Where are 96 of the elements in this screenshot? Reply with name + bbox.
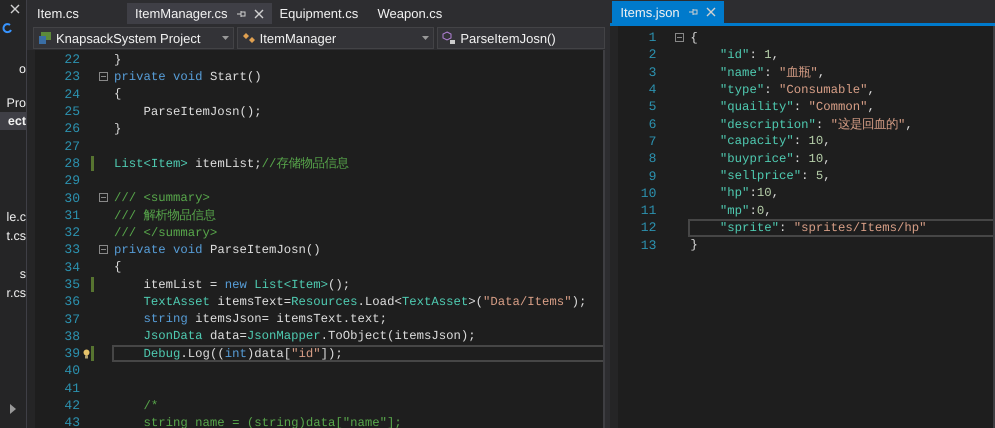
code-line: /// 解析物品信息 xyxy=(114,208,216,224)
line-number: 31 xyxy=(63,208,80,223)
pin-icon[interactable] xyxy=(236,8,246,18)
code-line: string itemsJson= itemsText.text; xyxy=(142,312,388,326)
code-line: } xyxy=(690,238,698,252)
dropdown-icon[interactable] xyxy=(222,36,229,40)
code-line: /// <summary> xyxy=(114,191,210,206)
line-number: 24 xyxy=(63,86,80,102)
lightbulb-icon[interactable] xyxy=(83,348,90,359)
line-number: 34 xyxy=(63,260,80,275)
line-number: 29 xyxy=(63,173,80,188)
sidebar-item[interactable]: ect xyxy=(0,112,26,130)
line-number: 37 xyxy=(63,312,80,327)
line-number: 11 xyxy=(640,203,656,218)
line-number: 36 xyxy=(63,294,80,310)
sidebar-item[interactable]: t.cs xyxy=(0,227,26,245)
code-line: TextAsset itemsText=Resources.Load<TextAsset>("Data/Items"); xyxy=(142,294,586,309)
code-line: private void ParseItemJosn() xyxy=(114,242,321,257)
code-line: JsonData data=JsonMapper.ToObject(itemsJson); xyxy=(142,329,476,344)
line-number: 32 xyxy=(63,225,80,240)
code-line: private void Start() xyxy=(114,70,262,84)
line-number: 1 xyxy=(648,30,656,46)
method-icon xyxy=(442,31,456,45)
line-number: 12 xyxy=(640,220,656,236)
pin-icon[interactable] xyxy=(688,7,698,17)
sidebar-item[interactable]: o xyxy=(0,60,26,78)
code-line: "description": "这是回血的", xyxy=(718,116,913,133)
line-number: 6 xyxy=(648,116,656,132)
close-icon[interactable] xyxy=(10,4,20,14)
line-number: 4 xyxy=(648,82,656,98)
line-number: 39 xyxy=(63,346,80,362)
line-number: 38 xyxy=(63,328,80,344)
sidebar-item[interactable]: Pro xyxy=(0,94,26,112)
line-number: 8 xyxy=(648,151,656,166)
navigation-dropdown[interactable]: ItemManager xyxy=(236,27,434,49)
sidebar-item[interactable]: le.c xyxy=(0,208,26,226)
code-line: Debug.Log((int)data["id"]); xyxy=(142,346,343,361)
code-line: "hp":10, xyxy=(718,186,779,200)
file-tab[interactable]: Weapon.cs xyxy=(370,3,468,24)
code-line: "capacity": 10, xyxy=(718,134,831,148)
code-line: "quaility": "Common", xyxy=(718,100,875,114)
sidebar-item[interactable]: s xyxy=(0,265,26,283)
line-number: 30 xyxy=(63,190,80,206)
project-icon xyxy=(38,31,52,45)
line-number: 42 xyxy=(63,398,80,414)
file-tab[interactable]: Items.json xyxy=(612,1,724,23)
collapse-icon[interactable] xyxy=(99,245,108,254)
line-number: 35 xyxy=(63,277,80,292)
scroll-arrow-icon[interactable] xyxy=(10,404,16,414)
collapse-icon[interactable] xyxy=(99,72,108,82)
class-icon xyxy=(242,32,256,44)
line-number: 41 xyxy=(63,380,80,396)
refresh-icon[interactable] xyxy=(2,22,12,34)
code-line: } xyxy=(114,122,122,136)
file-tab[interactable]: Equipment.cs xyxy=(272,3,370,24)
navigation-dropdown[interactable]: ParseItemJosn() xyxy=(437,27,606,49)
file-tab[interactable]: Item.cs xyxy=(29,3,127,24)
sidebar-item[interactable]: r.cs xyxy=(0,284,26,302)
code-line: { xyxy=(114,87,122,102)
line-number: 2 xyxy=(648,47,656,62)
line-number: 27 xyxy=(63,138,80,154)
line-number: 10 xyxy=(640,186,656,201)
line-number: 23 xyxy=(63,69,80,84)
collapse-icon[interactable] xyxy=(99,193,108,202)
file-tab[interactable]: ItemManager.cs xyxy=(127,3,272,24)
line-number: 28 xyxy=(63,156,80,171)
code-line: List<Item> itemList;//存储物品信息 xyxy=(114,156,348,172)
code-line: "type": "Consumable", xyxy=(718,82,875,97)
line-number: 43 xyxy=(63,415,80,428)
line-number: 7 xyxy=(648,134,656,149)
collapse-icon[interactable] xyxy=(675,33,684,42)
line-number: 9 xyxy=(648,168,656,184)
code-line: ParseItemJosn(); xyxy=(142,104,262,119)
navigation-dropdown[interactable]: KnapsackSystem Project xyxy=(33,27,234,49)
code-line: /* xyxy=(142,398,158,413)
code-line: "id": 1, xyxy=(718,48,779,62)
line-number: 3 xyxy=(648,64,656,80)
close-icon[interactable] xyxy=(254,8,264,18)
code-line: /// </summary> xyxy=(114,226,218,240)
code-line: } xyxy=(114,52,122,67)
dropdown-icon[interactable] xyxy=(422,36,430,40)
line-number: 13 xyxy=(640,238,656,253)
line-number: 5 xyxy=(648,99,656,114)
code-line: "sprite": "sprites/Items/hp" xyxy=(718,220,927,235)
code-line: "sellprice": 5, xyxy=(718,169,831,184)
code-line: itemList = new List<Item>(); xyxy=(142,278,350,292)
line-number: 26 xyxy=(63,121,80,136)
line-number: 33 xyxy=(63,242,80,258)
code-line: "name": "血瓶", xyxy=(718,64,826,81)
line-number: 22 xyxy=(63,52,80,68)
line-number: 40 xyxy=(63,363,80,378)
code-line: { xyxy=(114,260,122,274)
code-line: { xyxy=(690,30,698,45)
line-number: 25 xyxy=(63,104,80,120)
code-line: "buyprice": 10, xyxy=(718,152,831,166)
code-line: "mp":0, xyxy=(718,204,772,218)
